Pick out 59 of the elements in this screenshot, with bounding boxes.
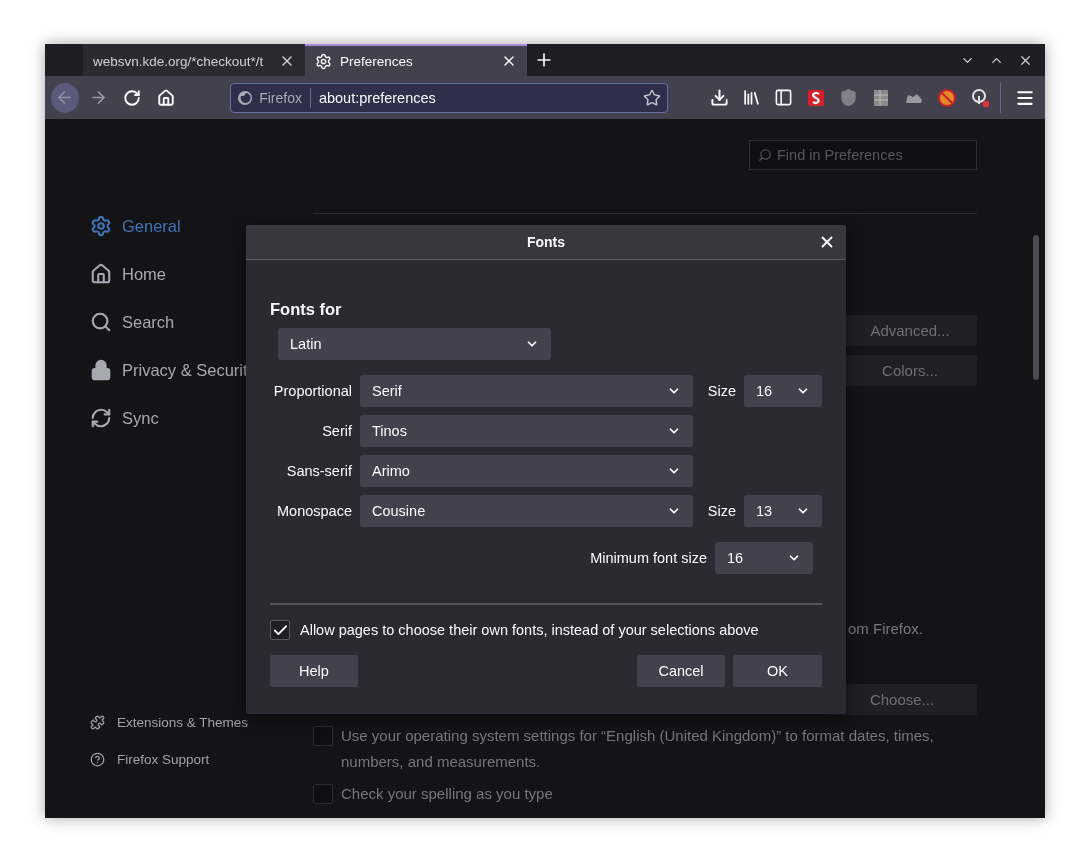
- checkbox[interactable]: [313, 726, 333, 746]
- font-dropdown[interactable]: Tinos: [360, 415, 693, 447]
- scrollbar-thumb[interactable]: [1033, 235, 1039, 380]
- url-text: about:preferences: [317, 89, 437, 106]
- gear-icon: [315, 52, 332, 70]
- browser-tab[interactable]: Preferences: [305, 44, 527, 76]
- sidebar-item[interactable]: Home: [90, 250, 313, 298]
- puzzle-icon: [90, 715, 105, 730]
- dialog-button[interactable]: Help: [270, 655, 358, 687]
- field-label: Serif: [321, 423, 352, 439]
- size-dropdown[interactable]: 16: [744, 375, 822, 407]
- checkbox[interactable]: [313, 784, 333, 804]
- identity-label: Firefox: [259, 87, 311, 108]
- library-icon[interactable]: [742, 88, 762, 107]
- sidebar-icon[interactable]: [774, 88, 794, 107]
- star-icon[interactable]: [643, 88, 662, 107]
- sidebar-item[interactable]: General: [90, 202, 313, 250]
- checkbox[interactable]: [270, 620, 290, 640]
- key-icon[interactable]: [970, 87, 991, 108]
- extension-icon[interactable]: [806, 87, 827, 108]
- checkbox-label: Use your operating system settings for “English (United Kingdom)” to format dates, times, numbers, and measurements.: [341, 726, 935, 772]
- dialog-title: Fonts: [526, 234, 566, 250]
- search-icon: [758, 148, 772, 162]
- gear-icon: [90, 215, 112, 237]
- font-dropdown[interactable]: Cousine: [360, 495, 693, 527]
- browser-logo-icon: [237, 89, 254, 106]
- shield-icon[interactable]: [839, 88, 859, 107]
- field-label: Sans-serif: [285, 463, 352, 479]
- download-icon[interactable]: [710, 88, 730, 107]
- browser-tab[interactable]: websvn.kde.org/*checkout*/t: [83, 44, 305, 76]
- blocked-icon[interactable]: [937, 87, 958, 108]
- font-dropdown[interactable]: Arimo: [360, 455, 693, 487]
- dialog-button[interactable]: OK: [733, 655, 822, 687]
- dialog-button[interactable]: Cancel: [637, 655, 725, 687]
- back-button[interactable]: [51, 82, 79, 113]
- size-dropdown[interactable]: 16: [715, 542, 813, 574]
- search-field[interactable]: Find in Preferences: [749, 140, 977, 170]
- house-icon: [90, 263, 112, 285]
- setting-text: om Firefox.: [848, 620, 923, 637]
- field-label: Minimum font size: [590, 550, 707, 566]
- sidebar-link[interactable]: Firefox Support: [90, 741, 313, 778]
- address-bar[interactable]: Firefox about:preferences: [230, 82, 669, 113]
- reload-icon: [123, 88, 142, 107]
- lock-icon: [90, 359, 112, 381]
- font-dropdown[interactable]: Serif: [360, 375, 693, 407]
- section-heading: Fonts for: [270, 300, 342, 319]
- checkbox-label: Check your spelling as you type: [341, 784, 553, 804]
- search-icon: [90, 311, 112, 333]
- home-icon: [157, 88, 176, 107]
- language-dropdown[interactable]: Latin: [278, 328, 551, 360]
- size-dropdown[interactable]: 13: [744, 495, 822, 527]
- help-icon: [90, 752, 105, 767]
- sync-icon: [90, 407, 112, 429]
- size-label: Size: [706, 503, 736, 519]
- field-label: Monospace: [276, 503, 352, 519]
- size-label: Size: [706, 383, 736, 399]
- checkbox-label: Allow pages to choose their own fonts, instead of your selections above: [300, 622, 759, 638]
- field-label: Proportional: [272, 383, 352, 399]
- sidebar-link[interactable]: Extensions & Themes: [90, 704, 313, 741]
